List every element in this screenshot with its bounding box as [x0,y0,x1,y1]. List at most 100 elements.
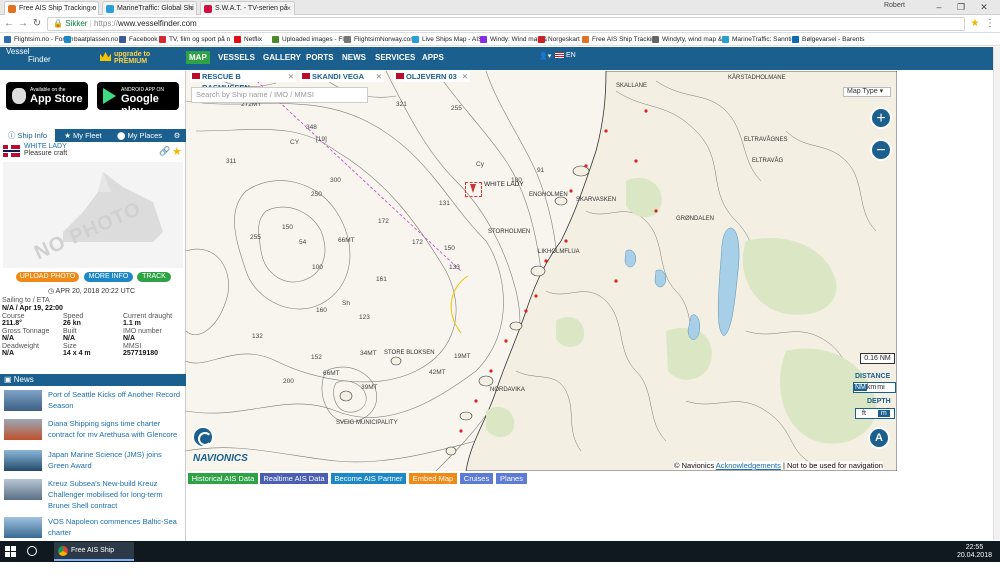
nm-unit[interactable]: NM [854,384,867,391]
track-button[interactable]: TRACK [137,272,171,282]
tab-ship-info[interactable]: ⓘ Ship Info [0,129,55,142]
news-item[interactable]: Japan Marine Science (JMS) joins Green A… [0,449,186,473]
settings-gear-icon[interactable]: ⚙ [168,129,186,142]
ship-search-input[interactable]: Search by Ship name / IMO / MMSI [191,87,368,103]
close-icon[interactable]: ✕ [462,71,468,82]
planes-button[interactable]: Planes [496,473,527,484]
realtime-ais-data-button[interactable]: Realtime AIS Data [260,473,328,484]
close-icon[interactable]: ✕ [376,71,382,82]
field-gross-tonnage: Gross Tonnage N/A [2,328,49,342]
google-play-button[interactable]: ANDROID APP ON Google play [97,82,179,117]
bookmark-item[interactable]: Windyty, wind map & [652,34,722,45]
tab-swat[interactable]: S.W.A.T. - TV-serien på × [200,1,295,15]
compass-button[interactable]: A [868,427,890,449]
depth-unit-selector[interactable]: ft m [855,408,895,419]
news-item[interactable]: VOS Napoleon commences Baltic-Sea charte… [0,516,186,540]
bookmark-item[interactable]: FlightsimNorway.com [344,34,416,45]
map-chart-svg[interactable] [186,71,897,471]
maximize-icon[interactable]: ❐ [952,1,970,13]
depth-label: CY [290,139,300,146]
favorite-star-icon[interactable]: ★ [172,145,182,158]
bookmark-item[interactable]: Facebook [119,34,158,45]
nav-gallery[interactable]: GALLERY [260,51,304,64]
tab-vesselfinder[interactable]: Free AIS Ship Tracking o × [4,1,99,15]
bookmark-item[interactable]: baatplassen.no [64,34,118,45]
news-headline[interactable]: Port of Seattle Kicks off Another Record… [48,389,182,411]
nav-map[interactable]: MAP [186,51,210,64]
bookmark-item[interactable]: Live Ships Map - AIS [412,34,482,45]
tab-my-places[interactable]: ⬤ My Places [111,129,168,142]
bookmark-item[interactable]: Bølgevarsel - Barents [792,34,865,45]
nautical-map[interactable]: 272MT 321 255 348 311 CY [19] 300 131 25… [186,71,897,471]
tab-my-fleet[interactable]: ★ My Fleet [55,129,111,142]
close-icon[interactable]: × [90,2,95,15]
link-icon[interactable]: 🔗 [159,146,170,157]
zoom-in-button[interactable]: + [870,107,892,129]
close-icon[interactable]: ✕ [288,71,294,82]
taskbar-chrome-app[interactable]: Free AIS Ship Tracki... [54,542,134,571]
news-headline[interactable]: Japan Marine Science (JMS) joins Green A… [48,449,182,471]
nav-ports[interactable]: PORTS [303,51,337,64]
system-clock[interactable]: 22:55 20.04.2018 [957,544,992,560]
ft-unit[interactable]: ft [856,410,872,417]
tab-marinetraffic[interactable]: MarineTraffic: Global Shi × [102,1,197,15]
forward-icon[interactable]: → [16,17,30,31]
mi-unit[interactable]: mi [877,384,884,391]
news-headline[interactable]: Kreuz Subsea's New-build Kreuz Challenge… [48,478,182,511]
close-icon[interactable]: × [188,2,193,15]
bookmark-item[interactable]: Norgeskart [538,34,580,45]
url-input[interactable]: 🔒 Sikker | https://www.vesselfinder.com [47,17,965,31]
bookmark-item[interactable]: Free AIS Ship Trackin [582,34,655,45]
historical-ais-data-button[interactable]: Historical AIS Data [188,473,258,484]
field-value: N/A [2,350,15,357]
km-unit[interactable]: km [867,384,876,391]
language-selector[interactable]: EN [555,52,576,59]
bookmark-item[interactable]: Uploaded images - Fli [272,34,345,45]
star-icon[interactable]: ★ [968,17,982,31]
back-icon[interactable]: ← [2,17,16,31]
windows-start-icon[interactable] [5,546,16,557]
news-headline[interactable]: Diana Shipping signs time charter contra… [48,418,182,440]
news-item[interactable]: Port of Seattle Kicks off Another Record… [0,389,186,413]
become-ais-partner-button[interactable]: Become AIS Partner [331,473,406,484]
ship-name-link[interactable]: WHITE LADY [24,143,67,150]
m-unit[interactable]: m [877,410,890,417]
zoom-out-button[interactable]: − [870,139,892,161]
vessel-tab-rescue-b-rasmussen[interactable]: RESCUE B RASMUSSEN✕ [190,71,296,92]
app-store-button[interactable]: Available on the App Store [6,82,88,110]
news-headline[interactable]: VOS Napoleon commences Baltic-Sea charte… [48,516,182,538]
map-type-dropdown[interactable]: Map Type ▾ [843,87,891,97]
vesselfinder-logo[interactable]: Vessel Finder [6,48,51,64]
vessel-tab-skandi-vega[interactable]: SKANDI VEGA ✕ [300,71,384,82]
cruises-button[interactable]: Cruises [460,473,493,484]
news-item[interactable]: Diana Shipping signs time charter contra… [0,418,186,442]
ship-type: Pleasure craft [24,150,68,157]
vessel-tab-oljevern-03[interactable]: OLJEVERN 03 ✕ [394,71,470,82]
bookmark-item[interactable]: MarineTraffic: Sanntid [722,34,795,45]
upload-photo-button[interactable]: UPLOAD PHOTO [16,272,79,282]
user-icon[interactable]: 👤▾ [539,52,551,60]
place-label: LIKHOLMFLUA [538,249,580,255]
upgrade-premium-link[interactable]: upgrade to PREMIUM [100,51,150,65]
bookmark-item[interactable]: TV, film og sport på n [159,34,230,45]
minimize-icon[interactable]: – [930,1,948,13]
close-icon[interactable]: × [286,2,291,15]
menu-icon[interactable]: ⋮ [983,17,997,31]
nav-services[interactable]: SERVICES [372,51,418,64]
acknowledgements-link[interactable]: Acknowledgements [716,461,781,470]
page-scrollbar[interactable] [993,47,1000,540]
news-item[interactable]: Kreuz Subsea's New-build Kreuz Challenge… [0,478,186,512]
search-icon[interactable] [27,546,37,556]
embed-map-button[interactable]: Embed Map [409,473,457,484]
nav-vessels[interactable]: VESSELS [215,51,258,64]
field-label: Deadweight [2,343,39,350]
reload-icon[interactable]: ↻ [30,17,44,31]
depth-label: 91 [537,167,545,174]
nav-news[interactable]: NEWS [339,51,369,64]
distance-unit-selector[interactable]: NMkmmi [853,382,896,393]
nav-apps[interactable]: APPS [419,51,447,64]
bookmark-item[interactable]: Netflix [234,34,262,45]
more-info-button[interactable]: MORE INFO [84,272,133,282]
close-window-icon[interactable]: ✕ [975,1,993,13]
profile-name[interactable]: Robert [884,2,905,9]
